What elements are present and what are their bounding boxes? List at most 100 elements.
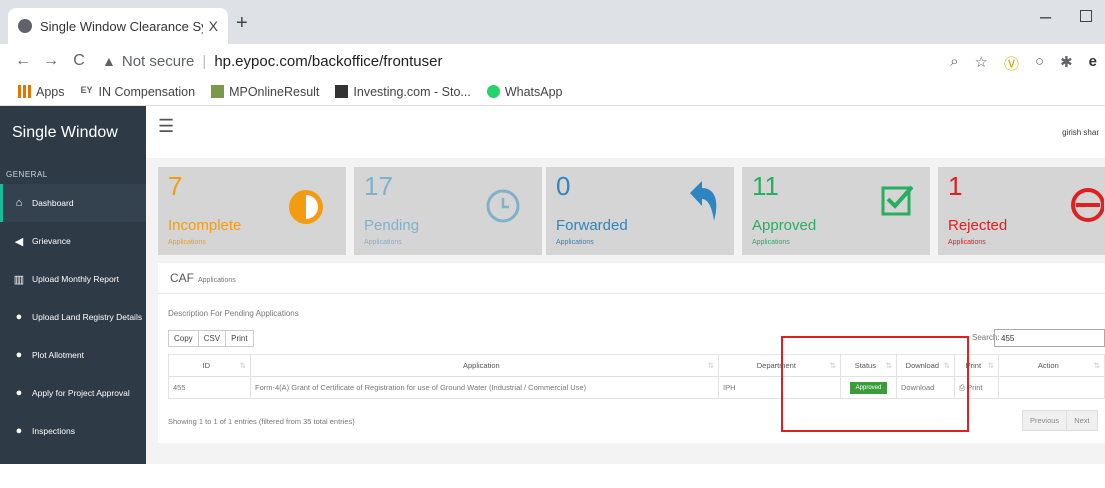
print-link[interactable]: ⎙ Print [954, 376, 999, 399]
extensions-puzzle-icon[interactable]: ✱ [1060, 53, 1073, 74]
extension-circle-icon[interactable]: ○ [1035, 53, 1044, 74]
sidebar-item-upload-monthly-report[interactable]: ▥ Upload Monthly Report [0, 260, 146, 298]
column-header-application[interactable]: Application ⇅ [250, 354, 719, 377]
zoom-icon[interactable]: ⌕ [950, 53, 958, 74]
half-circle-icon [289, 190, 323, 224]
warning-icon: ▲ [102, 53, 116, 69]
card-sublabel: Applications [948, 239, 986, 246]
toolbar-icons: ⌕ ☆ Ⓥ ○ ✱ e [950, 53, 1097, 74]
card-sublabel: Applications [752, 239, 790, 246]
checkbox-icon [881, 185, 914, 216]
user-name[interactable]: girish shar [1062, 128, 1099, 137]
cell-application: Form-4(A) Grant of Certificate of Regist… [250, 376, 719, 399]
globe-icon: ● [15, 425, 23, 437]
bookmark-apps[interactable]: Apps [18, 85, 65, 99]
csv-button[interactable]: CSV [197, 330, 227, 347]
mponline-icon [211, 85, 225, 98]
globe-favicon-icon [18, 19, 32, 33]
clock-icon [486, 189, 520, 223]
sidebar-item-dashboard[interactable]: ⌂ Dashboard [0, 184, 146, 222]
forward-icon[interactable]: → [40, 52, 62, 70]
column-header-action[interactable]: Action ⇅ [998, 354, 1105, 377]
extension-icon[interactable]: Ⓥ [1004, 53, 1019, 74]
browser-tab[interactable]: Single Window Clearance Systen X [8, 8, 228, 44]
next-button[interactable]: Next [1066, 410, 1098, 431]
ban-icon [1071, 188, 1104, 222]
card-label: Incomplete [168, 217, 242, 234]
table-row: 455 Form-4(A) Grant of Certificate of Re… [168, 376, 1105, 399]
copy-button[interactable]: Copy [168, 330, 199, 347]
print-icon: ⎙ [959, 382, 965, 392]
column-header-department[interactable]: Department ⇅ [718, 354, 841, 377]
card-count: 17 [364, 171, 393, 201]
star-icon[interactable]: ☆ [975, 53, 988, 74]
bar-chart-icon: ▥ [13, 273, 25, 286]
column-header-download[interactable]: Download ⇅ [896, 354, 955, 377]
profile-icon[interactable]: e [1089, 53, 1097, 74]
panel-title-small: Applications [198, 277, 236, 284]
panel-title: CAF Applications [170, 271, 236, 285]
brand-title[interactable]: Single Window [0, 106, 146, 160]
reply-arrow-icon [690, 181, 717, 221]
card-rejected[interactable]: 1 Rejected Applications [938, 167, 1105, 255]
menu-toggle-icon[interactable]: ☰ [158, 116, 174, 137]
sidebar-item-grievance[interactable]: ◀ Grievance [0, 222, 146, 260]
tab-title: Single Window Clearance Systen [40, 18, 203, 34]
sidebar-item-self-certification[interactable]: ● Self Certification [0, 450, 146, 488]
globe-icon: ● [15, 311, 23, 323]
cell-id: 455 [168, 376, 251, 399]
browser-tab-bar: Single Window Clearance Systen X + – [0, 0, 1105, 44]
card-forwarded[interactable]: 0 Forwarded Applications [546, 167, 734, 255]
sidebar-item-inspections[interactable]: ● Inspections [0, 412, 146, 450]
bookmark-in-compensation[interactable]: EY IN Compensation [81, 85, 196, 99]
megaphone-icon: ◀ [14, 235, 24, 248]
applications-table: ID ⇅ Application ⇅ Department ⇅ Status ⇅ Dow… [168, 354, 1105, 399]
address-bar[interactable]: ▲ Not secure | hp.eypoc.com/backoffice/f… [102, 53, 443, 70]
column-header-id[interactable]: ID ⇅ [168, 354, 251, 377]
globe-icon: ● [15, 387, 23, 399]
back-icon[interactable]: ← [12, 52, 34, 70]
globe-icon: ● [15, 349, 23, 361]
table-info: Showing 1 to 1 of 1 entries (filtered fr… [168, 417, 355, 426]
card-count: 0 [556, 171, 571, 201]
card-label: Approved [752, 217, 817, 234]
new-tab-icon[interactable]: + [236, 12, 248, 35]
card-sublabel: Applications [556, 239, 594, 246]
sidebar-item-project-approval[interactable]: ● Apply for Project Approval [0, 374, 146, 412]
search-input[interactable]: 455 [994, 329, 1105, 347]
card-sublabel: Applications [168, 239, 206, 246]
bookmark-mponline[interactable]: MPOnlineResult [211, 85, 319, 99]
url-text[interactable]: hp.eypoc.com/backoffice/frontuser [214, 53, 442, 70]
column-header-status[interactable]: Status ⇅ [840, 354, 897, 377]
reload-icon[interactable]: C [68, 52, 90, 70]
bookmark-whatsapp[interactable]: WhatsApp [486, 85, 563, 99]
card-approved[interactable]: 11 Approved Applications [742, 167, 930, 255]
column-header-print[interactable]: Print ⇅ [954, 354, 999, 377]
export-buttons: Copy CSV Print [168, 330, 254, 347]
bookmarks-bar: Apps EY IN Compensation MPOnlineResult I… [0, 78, 1105, 106]
cell-department: IPH [718, 376, 841, 399]
security-label: Not secure [121, 52, 195, 70]
maximize-icon[interactable] [1080, 10, 1092, 22]
top-bar: ☰ girish shar [146, 106, 1105, 158]
tab-close-icon[interactable]: X [209, 18, 218, 34]
table-header-row: ID ⇅ Application ⇅ Department ⇅ Status ⇅ Dow… [168, 354, 1105, 377]
cell-status: Approved [840, 376, 897, 399]
card-pending[interactable]: 17 Pending Applications [354, 167, 542, 255]
card-incomplete[interactable]: 7 Incomplete Applications [158, 167, 346, 255]
print-button[interactable]: Print [225, 330, 254, 347]
sidebar-item-upload-land-registry[interactable]: ● Upload Land Registry Details [0, 298, 146, 336]
previous-button[interactable]: Previous [1022, 410, 1068, 431]
sidebar: Single Window GENERAL ⌂ Dashboard ◀ Grie… [0, 106, 146, 475]
minimize-icon[interactable]: – [1040, 6, 1051, 29]
bookmark-investing[interactable]: Investing.com - Sto... [335, 85, 471, 99]
investing-icon [335, 85, 349, 98]
sidebar-section-label: GENERAL [6, 170, 48, 179]
card-label: Forwarded [556, 217, 628, 234]
browser-toolbar: ← → C ▲ Not secure | hp.eypoc.com/backof… [0, 44, 1105, 78]
sidebar-item-plot-allotment[interactable]: ● Plot Allotment [0, 336, 146, 374]
card-count: 1 [948, 171, 963, 201]
caf-panel: CAF Applications Description For Pending … [158, 263, 1105, 443]
card-count: 7 [168, 171, 183, 201]
download-link[interactable]: Download [896, 376, 955, 399]
